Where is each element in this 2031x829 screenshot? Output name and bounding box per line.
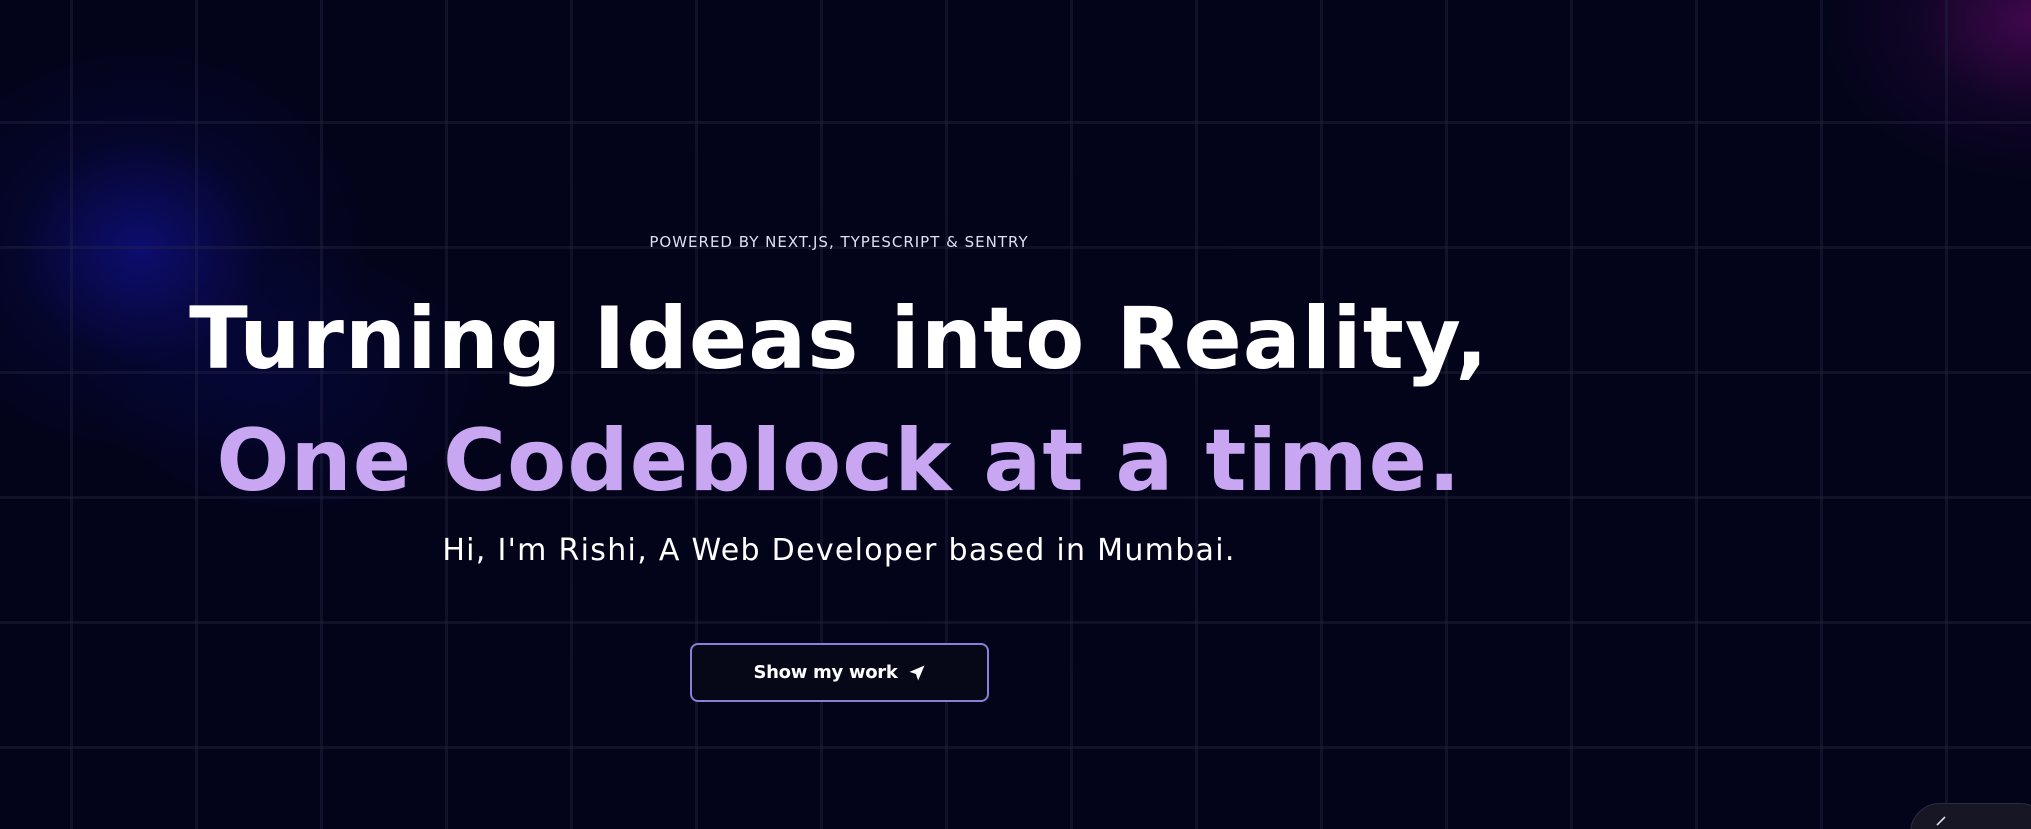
headline-accent-text: One Codeblock at a time. <box>216 411 1462 511</box>
hero-subtitle: Hi, I'm Rishi, A Web Developer based in … <box>442 533 1236 568</box>
headline-white-text: Turning Ideas into Reality, <box>189 289 1489 389</box>
send-icon <box>908 664 926 682</box>
hero-headline: Turning Ideas into Reality, One Codebloc… <box>110 278 1568 522</box>
tab-corner-icon <box>1936 816 1946 826</box>
hero-section: POWERED BY NEXT.JS, TYPESCRIPT & SENTRY … <box>0 0 2031 829</box>
show-my-work-button[interactable]: Show my work <box>690 643 989 702</box>
floating-tab-button[interactable] <box>1910 803 2031 829</box>
show-my-work-label: Show my work <box>753 662 898 683</box>
powered-by-label: POWERED BY NEXT.JS, TYPESCRIPT & SENTRY <box>649 233 1029 251</box>
